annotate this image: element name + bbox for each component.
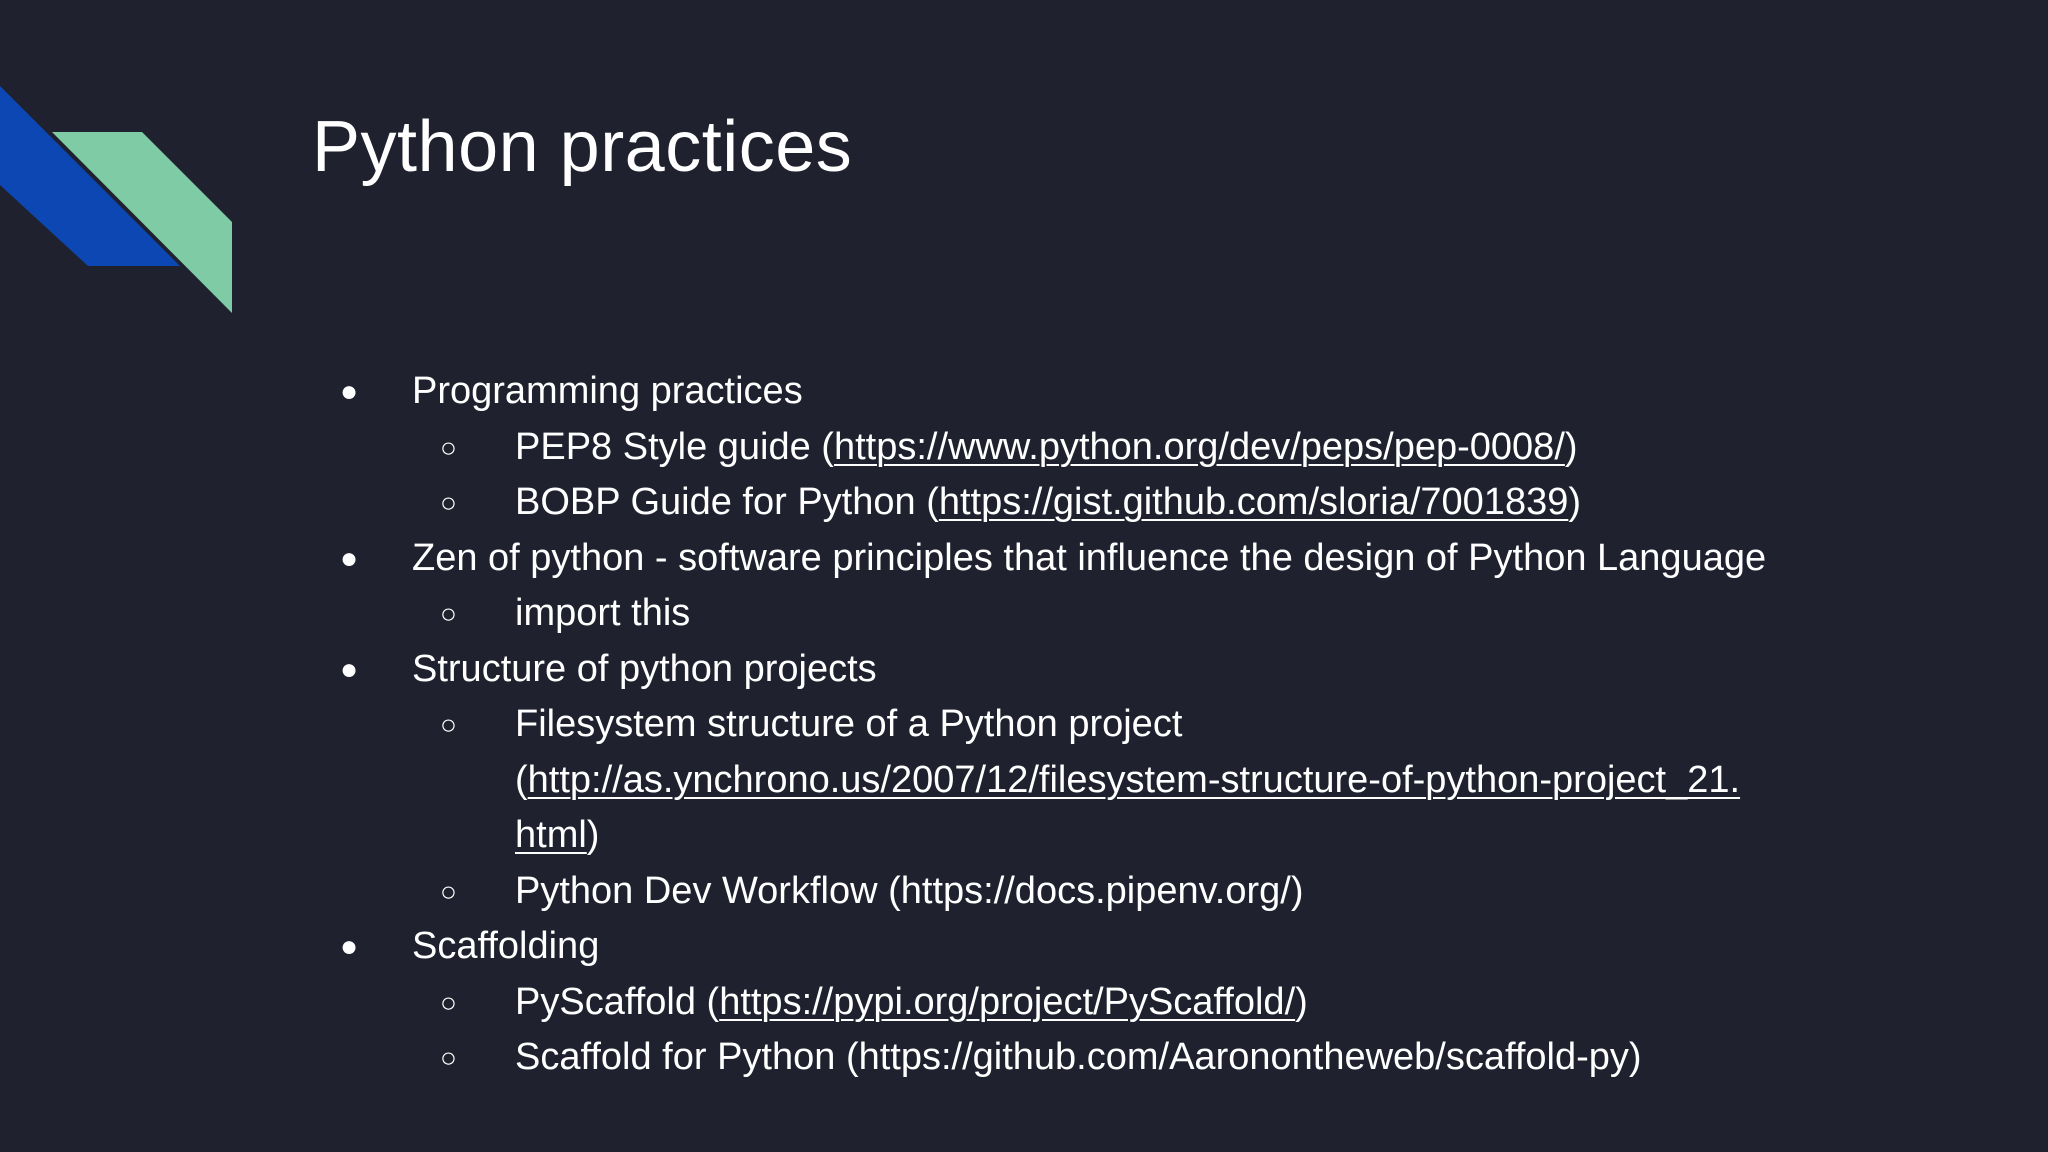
circle-bullet-icon: ○	[440, 431, 457, 463]
pep8-link[interactable]: https://www.python.org/dev/peps/pep-0008…	[834, 426, 1565, 468]
list-subitem: ○ BOBP Guide for Python (https://gist.gi…	[330, 475, 1890, 531]
circle-bullet-icon: ○	[440, 1042, 457, 1073]
list-subitem: ○ import this	[330, 586, 1890, 642]
subitem-text: Python Dev Workflow (https://docs.pipenv…	[515, 869, 1304, 912]
list-subitem: ○ Python Dev Workflow (https://docs.pipe…	[330, 864, 1890, 920]
subitem-text-end: )	[586, 814, 600, 856]
bullet-icon: ●	[340, 375, 359, 408]
list-item: ● Structure of python projects	[330, 642, 1890, 698]
subitem-text: PEP8 Style guide (	[515, 425, 834, 468]
circle-bullet-icon: ○	[440, 487, 457, 518]
circle-bullet-icon: ○	[440, 875, 457, 907]
subitem-text: Filesystem structure of a Python project	[515, 703, 1183, 745]
subitem-text: import this	[515, 592, 691, 634]
list-item: ● Programming practices	[330, 364, 1890, 420]
circle-bullet-icon: ○	[440, 598, 457, 629]
circle-bullet-icon: ○	[440, 986, 457, 1018]
list-subitem: ○ Filesystem structure of a Python proje…	[330, 697, 1890, 864]
corner-decoration	[0, 86, 232, 313]
bullet-icon: ●	[340, 541, 359, 575]
list-subitem: ○ PEP8 Style guide (https://www.python.o…	[330, 420, 1890, 476]
subitem-text-end: )	[1295, 980, 1308, 1023]
subitem-text: BOBP Guide for Python (	[515, 481, 939, 523]
subitem-text-end: )	[1564, 425, 1578, 468]
bullet-icon: ●	[340, 652, 359, 686]
subitem-text: PyScaffold (	[515, 980, 720, 1023]
list-item: ● Zen of python - software principles th…	[330, 531, 1890, 587]
list-item-text: Scaffolding	[412, 925, 600, 967]
slide-title: Python practices	[312, 107, 853, 187]
list-item-text: Zen of python - software principles that…	[412, 536, 1767, 579]
circle-bullet-icon: ○	[440, 709, 457, 740]
bobp-guide-link[interactable]: https://gist.github.com/sloria/7001839	[939, 481, 1569, 523]
subitem-text-start: (	[515, 758, 528, 801]
list-subitem: ○ Scaffold for Python (https://github.co…	[330, 1030, 1890, 1086]
bullet-list: ● Programming practices ○ PEP8 Style gui…	[330, 364, 1890, 1086]
pyscaffold-link[interactable]: https://pypi.org/project/PyScaffold/	[719, 981, 1295, 1023]
list-item-text: Structure of python projects	[412, 647, 877, 690]
list-subitem: ○ PyScaffold (https://pypi.org/project/P…	[330, 975, 1890, 1031]
filesystem-structure-link[interactable]: http://as.ynchrono.us/2007/12/filesystem…	[528, 759, 1740, 801]
filesystem-structure-link-continued[interactable]: html	[515, 814, 587, 856]
list-item: ● Scaffolding	[330, 919, 1890, 975]
bullet-icon: ●	[340, 930, 359, 963]
subitem-text: Scaffold for Python (https://github.com/…	[515, 1036, 1642, 1078]
subitem-text-end: )	[1568, 481, 1582, 523]
subitem-link-line: (http://as.ynchrono.us/2007/12/filesyste…	[515, 753, 1890, 809]
list-item-text: Programming practices	[412, 370, 803, 412]
subitem-link-line: html)	[515, 808, 1890, 864]
